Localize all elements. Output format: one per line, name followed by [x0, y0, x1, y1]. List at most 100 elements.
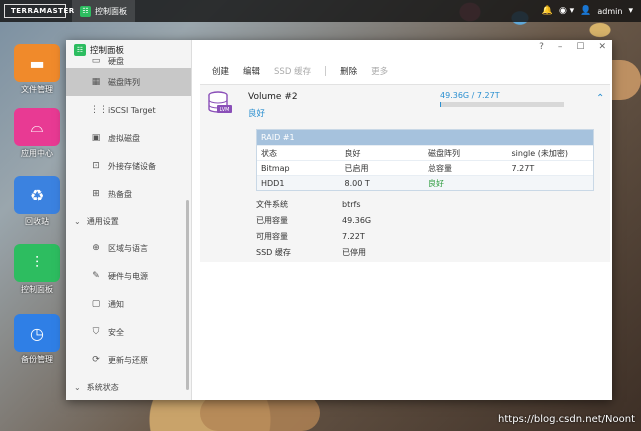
sidebar-item-label: 外接存储设备 [108, 161, 156, 171]
more-button[interactable]: 更多 [371, 65, 388, 77]
desktop-icon-app-center[interactable]: ⌓ 应用中心 [12, 108, 62, 159]
control-panel-icon: ☷ [80, 5, 91, 17]
volume-capacity-bar [440, 102, 564, 107]
volume-name: Volume #2 [248, 92, 298, 102]
sidebar-item-label: 虚拟磁盘 [108, 133, 140, 143]
iscsi-icon: ⋮⋮ [90, 105, 108, 115]
close-icon[interactable]: ✕ [598, 42, 606, 52]
sidebar-item-label: 硬盘 [108, 56, 124, 66]
info-key: 已用容量 [256, 216, 288, 225]
sidebar-item-raid[interactable]: ▦ 磁盘阵列 [66, 68, 191, 96]
control-panel-window: ☷ 控制面板 ▭ 硬盘 ▦ 磁盘阵列 ⋮⋮ iSCSI Target ▣ 虚拟磁… [66, 40, 612, 400]
raid-title: RAID #1 [257, 130, 593, 145]
notification-icon: ▢ [91, 299, 101, 309]
desktop-icon-label: 回收站 [25, 217, 49, 226]
taskbar-app-label: 控制面板 [95, 6, 127, 16]
sliders-icon: ⫶ [14, 244, 60, 282]
shield-icon: ⛉ [92, 327, 100, 337]
sidebar-group-general[interactable]: ⌄ 通用设置 [66, 208, 191, 234]
control-panel-icon: ☷ [74, 44, 86, 56]
raid-cell: 总容量 [428, 164, 452, 173]
raid-cell: 良好 [344, 149, 361, 158]
desktop-icon-label: 备份管理 [21, 355, 53, 364]
disk-icon: ▭ [91, 56, 101, 66]
main-content: ? – ☐ ✕ 创建 编辑 SSD 缓存 删除 更多 LVM Volume #2… [192, 40, 612, 400]
raid-cell: single (未加密) [511, 149, 568, 158]
chevron-down-icon: ⌄ [74, 382, 81, 392]
wrench-icon: ✎ [92, 271, 100, 281]
list-item: 文件系统 btrfs [256, 197, 371, 213]
sidebar-item-notification[interactable]: ▢ 通知 [66, 290, 191, 318]
raid-cell: 8.00 T [344, 179, 370, 188]
sidebar-item-hardware-power[interactable]: ✎ 硬件与电源 [66, 262, 191, 290]
minimize-icon[interactable]: – [558, 42, 563, 52]
raid-cell: Bitmap [261, 164, 290, 173]
toolbar-divider [325, 66, 327, 76]
sidebar-item-iscsi[interactable]: ⋮⋮ iSCSI Target [66, 96, 191, 124]
info-key: 可用容量 [256, 232, 288, 241]
sidebar-item-label: iSCSI Target [108, 105, 156, 115]
raid-cell: 状态 [261, 149, 277, 158]
desktop-icon-recycle-bin[interactable]: ♻ 回收站 [12, 176, 62, 227]
sidebar-item-label: 区域与语言 [108, 243, 148, 253]
delete-button[interactable]: 删除 [340, 65, 357, 77]
table-row: HDD1 8.00 T 良好 [257, 175, 593, 190]
desktop-icon-label: 应用中心 [21, 149, 53, 158]
desktop-icon-backup[interactable]: ◷ 备份管理 [12, 314, 62, 365]
ssd-cache-button[interactable]: SSD 缓存 [274, 65, 311, 77]
sidebar-group-label: 通用设置 [86, 216, 119, 226]
brand-logo: TERRAMASTER [4, 4, 74, 18]
shopping-bag-icon: ⌓ [14, 108, 60, 146]
user-icon: 👤 [580, 6, 592, 16]
sidebar-item-disk[interactable]: ▭ 硬盘 [66, 54, 191, 68]
sidebar-item-label: 硬件与电源 [108, 271, 148, 281]
toolbar: 创建 编辑 SSD 缓存 删除 更多 [212, 65, 388, 77]
info-value: 49.36G [342, 216, 372, 225]
lvm-badge: LVM [220, 107, 230, 113]
sidebar-item-label: 安全 [108, 327, 124, 337]
raid-cell: HDD1 [261, 179, 285, 188]
user-name[interactable]: admin [597, 7, 622, 16]
volume-capacity-text: 49.36G / 7.27T [440, 91, 500, 100]
chevron-down-icon: ⌄ [74, 216, 81, 226]
sidebar-title: 控制面板 [90, 46, 125, 56]
volume-info: 文件系统 btrfs 已用容量 49.36G 可用容量 7.22T SSD 缓存… [256, 197, 371, 261]
sidebar-item-hot-spare[interactable]: ⊞ 热备盘 [66, 180, 191, 208]
sidebar-item-virtual-disk[interactable]: ▣ 虚拟磁盘 [66, 124, 191, 152]
raid-icon: ▦ [91, 77, 101, 87]
create-button[interactable]: 创建 [212, 65, 229, 77]
raid-cell [508, 176, 593, 190]
info-key: SSD 缓存 [256, 248, 291, 257]
sidebar-item-label: 磁盘阵列 [108, 77, 140, 87]
sidebar-item-update-restore[interactable]: ⟳ 更新与还原 [66, 346, 191, 374]
desktop-icon-control-panel[interactable]: ⫶ 控制面板 [12, 244, 62, 295]
taskbar-app-control-panel[interactable]: ☷ 控制面板 [72, 0, 135, 22]
folder-icon: ▬ [14, 44, 60, 82]
sidebar-item-label: 更新与还原 [108, 355, 148, 365]
sidebar-item-region-language[interactable]: ⊕ 区域与语言 [66, 234, 191, 262]
chevron-down-icon[interactable]: ▾ [628, 6, 633, 16]
recycle-bin-icon: ♻ [14, 176, 60, 214]
sidebar-item-security[interactable]: ⛉ 安全 [66, 318, 191, 346]
collapse-chevron-icon[interactable]: ⌃ [596, 93, 604, 104]
raid-cell: 7.27T [511, 164, 535, 173]
lvm-volume-icon: LVM [208, 91, 232, 113]
notification-bell-icon[interactable]: 🔔 [542, 6, 553, 16]
volume-panel: LVM Volume #2 良好 49.36G / 7.27T ⌃ RAID #… [200, 84, 610, 262]
edit-button[interactable]: 编辑 [243, 65, 260, 77]
watermark: https://blog.csdn.net/Noont [498, 414, 635, 425]
maximize-icon[interactable]: ☐ [576, 42, 584, 52]
sidebar-group-label: 系统状态 [86, 382, 119, 392]
list-item: SSD 缓存 已停用 [256, 245, 371, 261]
virtual-disk-icon: ▣ [91, 133, 101, 143]
desktop-icon-file-manager[interactable]: ▬ 文件管理 [12, 44, 62, 95]
help-icon[interactable]: ? [539, 42, 544, 52]
sidebar-item-external-storage[interactable]: ⊡ 外接存储设备 [66, 152, 191, 180]
sidebar-item-label: 通知 [108, 299, 124, 309]
raid-cell-status: 良好 [428, 179, 444, 188]
globe-icon[interactable]: ◉ ▾ [559, 6, 574, 16]
sidebar-group-system-status[interactable]: ⌄ 系统状态 [66, 374, 191, 400]
topbar-right: 🔔 ◉ ▾ 👤 admin ▾ [542, 6, 641, 16]
list-item: 可用容量 7.22T [256, 229, 371, 245]
sidebar-scrollbar[interactable] [186, 200, 189, 390]
